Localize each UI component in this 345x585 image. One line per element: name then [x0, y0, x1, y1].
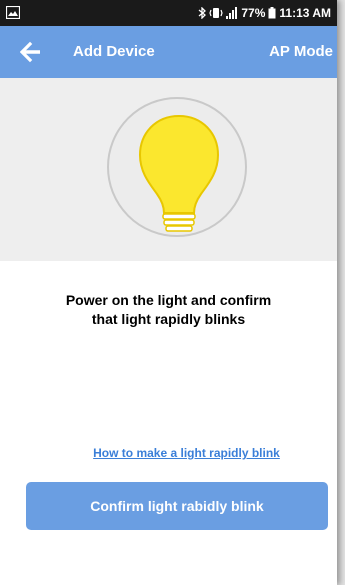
- page-title: Add Device: [73, 43, 155, 60]
- phone-screen: 77% 11:13 AM Add Device AP Mode Power on: [0, 0, 337, 585]
- vibrate-icon: [209, 8, 224, 18]
- status-bar: 77% 11:13 AM: [0, 0, 337, 26]
- bluetooth-icon: [198, 7, 207, 19]
- instruction-text: Power on the light and confirm that ligh…: [0, 291, 337, 329]
- image-notification-icon: [6, 6, 20, 19]
- battery-icon: [268, 7, 276, 19]
- status-time: 11:13 AM: [279, 6, 331, 20]
- bulb-circle: [107, 97, 247, 237]
- battery-percent: 77%: [241, 6, 266, 20]
- ap-mode-button[interactable]: AP Mode: [269, 43, 333, 60]
- hero-illustration: [0, 78, 337, 261]
- light-bulb-icon: [138, 114, 220, 232]
- instruction-line-1: Power on the light and confirm: [65, 292, 272, 308]
- confirm-button[interactable]: Confirm light rabidly blink: [26, 482, 328, 530]
- app-bar: Add Device AP Mode: [0, 26, 337, 78]
- back-arrow-icon[interactable]: [20, 41, 42, 63]
- status-icons: 77% 11:13 AM: [198, 6, 331, 20]
- help-link[interactable]: How to make a light rapidly blink: [0, 446, 337, 460]
- signal-icon: [226, 7, 238, 19]
- instruction-line-2: that light rapidly blinks: [91, 311, 246, 327]
